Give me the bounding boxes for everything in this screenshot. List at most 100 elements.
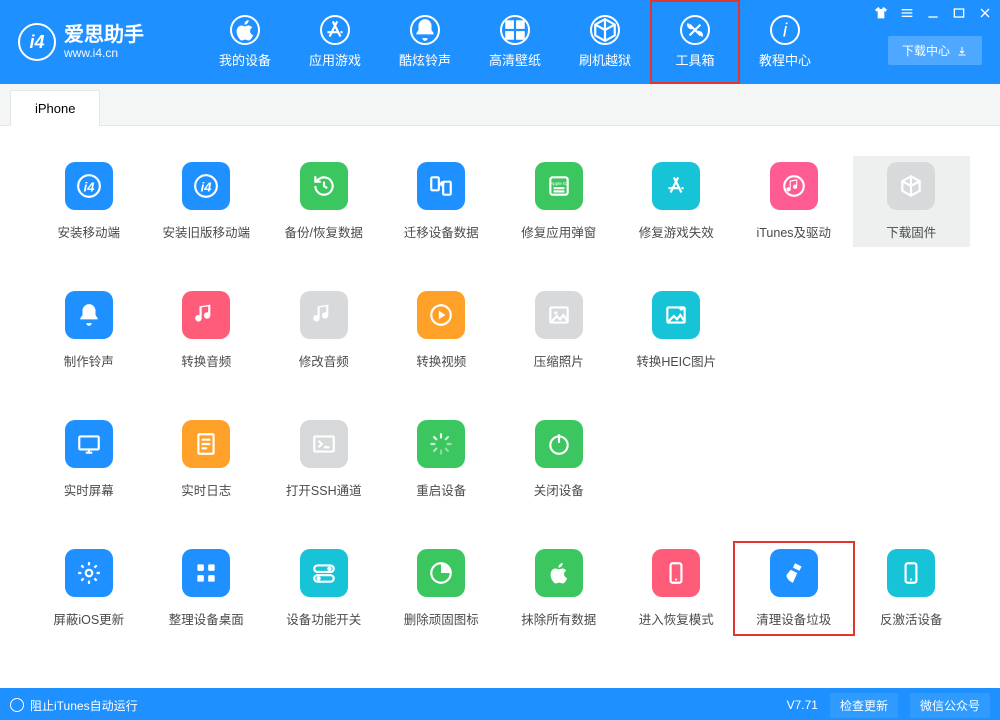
tool-label: 进入恢复模式 [639,609,714,628]
tool-item[interactable]: 迁移设备数据 [383,156,501,247]
logo-icon: i4 [18,23,56,61]
i4-logo-icon [182,162,230,210]
nav-wallpapers[interactable]: 高清壁纸 [470,0,560,84]
tool-item[interactable]: 转换视频 [383,285,501,376]
nav-label: 我的设备 [219,50,271,69]
tool-label: 压缩照片 [534,351,584,370]
nav-tutorials[interactable]: 教程中心 [740,0,830,84]
tool-item[interactable]: 制作铃声 [30,285,148,376]
tool-item[interactable]: 整理设备桌面 [148,543,266,634]
apple-icon [535,549,583,597]
tool-item[interactable]: 删除顽固图标 [383,543,501,634]
toggle-icon [300,549,348,597]
tool-item[interactable]: 备份/恢复数据 [265,156,383,247]
tool-item[interactable]: 设备功能开关 [265,543,383,634]
box-icon [590,15,620,45]
tools-icon [680,15,710,45]
tool-item[interactable]: 重启设备 [383,414,501,505]
tool-label: 实时日志 [181,480,231,499]
version-label: V7.71 [787,698,818,712]
window-controls [872,4,994,22]
tool-item[interactable]: 安装旧版移动端 [148,156,266,247]
tool-label: 重启设备 [416,480,466,499]
minimize-button[interactable] [924,4,942,22]
tab-iphone[interactable]: iPhone [10,90,100,126]
nav-label: 应用游戏 [309,50,361,69]
image-icon [535,291,583,339]
bell-icon [410,15,440,45]
tool-item[interactable]: 转换音频 [148,285,266,376]
log-icon [182,420,230,468]
cube-icon [887,162,935,210]
grid-icon [182,549,230,597]
tool-label: 迁移设备数据 [404,222,479,241]
tool-label: 转换HEIC图片 [636,351,716,370]
tool-item[interactable]: 反激活设备 [853,543,971,634]
download-icon [956,45,968,57]
app-url: www.i4.cn [64,46,144,60]
nav-ringtones[interactable]: 酷炫铃声 [380,0,470,84]
tool-item[interactable]: 实时日志 [148,414,266,505]
menu-button[interactable] [898,4,916,22]
tool-item[interactable]: 进入恢复模式 [618,543,736,634]
tool-label: 安装旧版移动端 [162,222,250,241]
monitor-icon [65,420,113,468]
tool-item[interactable]: 下载固件 [853,156,971,247]
tool-item[interactable]: 打开SSH通道 [265,414,383,505]
transfer-icon [417,162,465,210]
tool-item[interactable]: 压缩照片 [500,285,618,376]
tool-item[interactable]: 安装移动端 [30,156,148,247]
wechat-button[interactable]: 微信公众号 [910,693,990,718]
close-button[interactable] [976,4,994,22]
tool-label: 抹除所有数据 [521,609,596,628]
loading-icon [417,420,465,468]
nav-label: 酷炫铃声 [399,50,451,69]
tool-label: 设备功能开关 [286,609,361,628]
tool-label: 屏蔽iOS更新 [53,609,124,628]
tool-label: 下载固件 [886,222,936,241]
terminal-icon [300,420,348,468]
apple-icon [230,15,260,45]
maximize-button[interactable] [950,4,968,22]
tool-item[interactable]: 修改音频 [265,285,383,376]
appfix-icon [652,162,700,210]
tool-label: 关闭设备 [534,480,584,499]
tool-label: 转换音频 [181,351,231,370]
status-bar: 阻止iTunes自动运行 V7.71 检查更新 微信公众号 [0,688,1000,720]
tool-item[interactable]: 修复游戏失效 [618,156,736,247]
appleid-icon [535,162,583,210]
tool-item[interactable]: 实时屏幕 [30,414,148,505]
tool-item[interactable]: 关闭设备 [500,414,618,505]
nav-label: 教程中心 [759,50,811,69]
tool-label: 整理设备桌面 [169,609,244,628]
gear-icon [65,549,113,597]
download-center-label: 下载中心 [902,42,950,59]
pie-icon [417,549,465,597]
tool-item[interactable]: iTunes及驱动 [735,156,853,247]
check-update-button[interactable]: 检查更新 [830,693,898,718]
restore-icon [300,162,348,210]
bell-icon [65,291,113,339]
tool-item[interactable]: 转换HEIC图片 [618,285,736,376]
tool-item[interactable]: 抹除所有数据 [500,543,618,634]
checker-icon [500,15,530,45]
tool-item[interactable]: 屏蔽iOS更新 [30,543,148,634]
nav-flash[interactable]: 刷机越狱 [560,0,650,84]
nav-apps[interactable]: 应用游戏 [290,0,380,84]
toggle-block-itunes[interactable]: 阻止iTunes自动运行 [10,697,138,714]
music-edit-icon [300,291,348,339]
nav-label: 工具箱 [675,50,714,69]
tool-grid: 安装移动端安装旧版移动端备份/恢复数据迁移设备数据 修复应用弹窗修复游戏失效iTu… [0,126,1000,634]
tool-item[interactable]: 清理设备垃圾 [735,543,853,634]
tool-item[interactable]: 修复应用弹窗 [500,156,618,247]
nav-my-device[interactable]: 我的设备 [200,0,290,84]
itunes-icon [770,162,818,210]
tool-label: 转换视频 [416,351,466,370]
skin-button[interactable] [872,4,890,22]
nav-toolbox[interactable]: 工具箱 [650,0,740,84]
power-icon [535,420,583,468]
tool-label: 制作铃声 [64,351,114,370]
tool-label: 打开SSH通道 [286,480,362,499]
appstore-icon [320,15,350,45]
download-center-button[interactable]: 下载中心 [888,36,982,65]
